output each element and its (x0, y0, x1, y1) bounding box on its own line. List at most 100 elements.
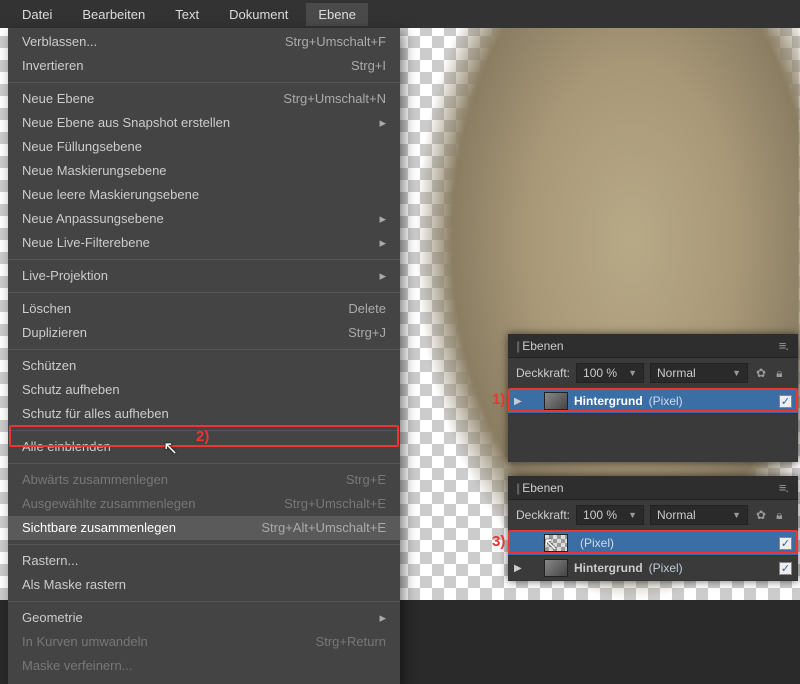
menu-item[interactable]: Löschen Delete (8, 297, 400, 321)
layer-row[interactable]: ▶Hintergrund (Pixel)✓ (508, 389, 798, 414)
panel-header[interactable]: ||Ebenen ≡. (508, 334, 798, 358)
menu-item[interactable]: Schutz aufheben (8, 378, 400, 402)
menu-shortcut: Strg+Umschalt+F (285, 33, 386, 51)
menu-item[interactable]: Neue leere Maskierungsebene (8, 183, 400, 207)
menu-item-label: Schützen (22, 357, 76, 375)
layers-list: (Pixel)✓▶Hintergrund (Pixel)✓ (508, 531, 798, 581)
menu-dokument[interactable]: Dokument (217, 3, 300, 26)
panel-header[interactable]: || Ebenen ≡. (508, 476, 798, 500)
blend-mode-field[interactable]: Normal▼ (650, 363, 748, 383)
blend-mode-field[interactable]: Normal▼ (650, 505, 748, 525)
menu-item[interactable]: Neue Ebene aus Snapshot erstellen▸ (8, 111, 400, 135)
opacity-field[interactable]: 100 %▼ (576, 363, 644, 383)
menu-separator (8, 544, 400, 545)
lock-icon[interactable]: 🔒︎ (774, 366, 784, 381)
opacity-field[interactable]: 100 %▼ (576, 505, 644, 525)
menu-item-label: Invertieren (22, 57, 83, 75)
menu-separator (8, 292, 400, 293)
layer-thumbnail (544, 392, 568, 410)
layer-visibility-checkbox[interactable]: ✓ (779, 562, 792, 575)
menu-item[interactable]: Neue Maskierungsebene (8, 159, 400, 183)
layers-panel-2: || Ebenen ≡. Deckkraft: 100 %▼ Normal▼ ✿ … (508, 476, 798, 581)
menu-item[interactable]: Rastern... (8, 549, 400, 573)
menu-separator (8, 349, 400, 350)
menu-item-label: Ausgewählte zusammenlegen (22, 495, 195, 513)
layer-name: Hintergrund (574, 394, 643, 408)
panel-title: Ebenen (522, 339, 563, 353)
menu-item-label: Neue Live-Filterebene (22, 234, 150, 252)
menu-item[interactable]: Neue EbeneStrg+Umschalt+N (8, 87, 400, 111)
menu-shortcut: Strg+E (346, 471, 386, 489)
menu-item-label: Rastern... (22, 552, 78, 570)
panel-menu-icon[interactable]: ≡. (777, 480, 790, 495)
menu-item-label: Löschen (22, 300, 71, 318)
menubar: Datei Bearbeiten Text Dokument Ebene (0, 0, 800, 28)
menu-shortcut: Strg+Alt+Umschalt+E (261, 519, 386, 537)
layer-visibility-checkbox[interactable]: ✓ (779, 537, 792, 550)
lock-icon[interactable]: 🔒︎ (774, 508, 784, 523)
menu-item-label: In Kurven umwandeln (22, 633, 148, 651)
submenu-arrow-icon: ▸ (379, 609, 386, 627)
menu-shortcut: Strg+Umschalt+E (284, 495, 386, 513)
menu-item[interactable]: Sichtbare zusammenlegen Strg+Alt+Umschalt… (8, 516, 400, 540)
layer-row[interactable]: ▶ Hintergrund (Pixel) ✓ (508, 556, 798, 581)
menu-item-label: Neue Anpassungsebene (22, 210, 164, 228)
menu-item-label: Live-Projektion (22, 267, 108, 285)
annotation-2: 2) (196, 428, 209, 445)
layer-name: Hintergrund (574, 561, 643, 575)
gear-icon[interactable]: ✿ (754, 508, 768, 522)
menu-item-label: Sichtbare zusammenlegen (22, 519, 176, 537)
layer-row[interactable]: (Pixel)✓ (508, 531, 798, 556)
menu-item[interactable]: Verblassen...Strg+Umschalt+F (8, 30, 400, 54)
menu-item-label: Neue Maskierungsebene (22, 162, 167, 180)
menu-item[interactable]: Neue Füllungsebene (8, 135, 400, 159)
chevron-down-icon: ▼ (732, 368, 741, 378)
panel-title: Ebenen (522, 481, 563, 495)
layers-list: ▶Hintergrund (Pixel)✓ (508, 389, 798, 414)
menu-item[interactable]: Als Maske rastern (8, 573, 400, 597)
menu-item[interactable]: DuplizierenStrg+J (8, 321, 400, 345)
menu-item[interactable]: Neue Live-Filterebene▸ (8, 231, 400, 255)
menu-text[interactable]: Text (163, 3, 211, 26)
menu-separator (8, 82, 400, 83)
menu-item[interactable]: Live-Projektion ▸ (8, 264, 400, 288)
layer-thumbnail (544, 534, 568, 552)
chevron-down-icon: ▼ (628, 510, 637, 520)
expand-icon[interactable]: ▶ (514, 396, 524, 407)
submenu-arrow-icon: ▸ (379, 267, 386, 285)
menu-separator (8, 259, 400, 260)
menu-item-label: Als Maske rastern (22, 576, 126, 594)
layer-visibility-checkbox[interactable]: ✓ (779, 395, 792, 408)
menu-datei[interactable]: Datei (10, 3, 64, 26)
menu-separator (8, 601, 400, 602)
menu-item[interactable]: Schützen (8, 354, 400, 378)
menu-item[interactable]: Invertieren Strg+I (8, 54, 400, 78)
opacity-label: Deckkraft: (516, 366, 570, 380)
annotation-3: 3) (492, 533, 505, 550)
panel-options: Deckkraft: 100 %▼ Normal▼ ✿ 🔒︎ (508, 500, 798, 531)
chevron-down-icon: ▼ (628, 368, 637, 378)
gear-icon[interactable]: ✿ (754, 366, 768, 380)
layer-menu-dropdown: Verblassen...Strg+Umschalt+F Invertieren S… (8, 28, 400, 684)
layer-thumbnail (544, 559, 568, 577)
panel-menu-icon[interactable]: ≡. (777, 338, 790, 353)
menu-item-label: Neue Füllungsebene (22, 138, 142, 156)
menu-shortcut: Delete (348, 300, 386, 318)
panel-options: Deckkraft: 100 %▼ Normal▼ ✿ 🔒︎ (508, 358, 798, 389)
expand-icon[interactable]: ▶ (514, 563, 524, 574)
menu-item-label: Geometrie (22, 609, 83, 627)
menu-item[interactable]: Geometrie ▸ (8, 606, 400, 630)
submenu-arrow-icon: ▸ (379, 210, 386, 228)
menu-separator (8, 463, 400, 464)
menu-shortcut: Strg+I (351, 57, 386, 75)
menu-item-label: Duplizieren (22, 324, 87, 342)
menu-bearbeiten[interactable]: Bearbeiten (70, 3, 157, 26)
menu-item-label: Schutz für alles aufheben (22, 405, 169, 423)
menu-item[interactable]: Schutz für alles aufheben (8, 402, 400, 426)
chevron-down-icon: ▼ (732, 510, 741, 520)
menu-ebene[interactable]: Ebene (306, 3, 368, 26)
menu-item[interactable]: Neue Anpassungsebene ▸ (8, 207, 400, 231)
grip-icon: || (516, 481, 518, 495)
layer-type: (Pixel) (649, 561, 683, 575)
menu-item-label: Maske verfeinern... (22, 657, 133, 675)
